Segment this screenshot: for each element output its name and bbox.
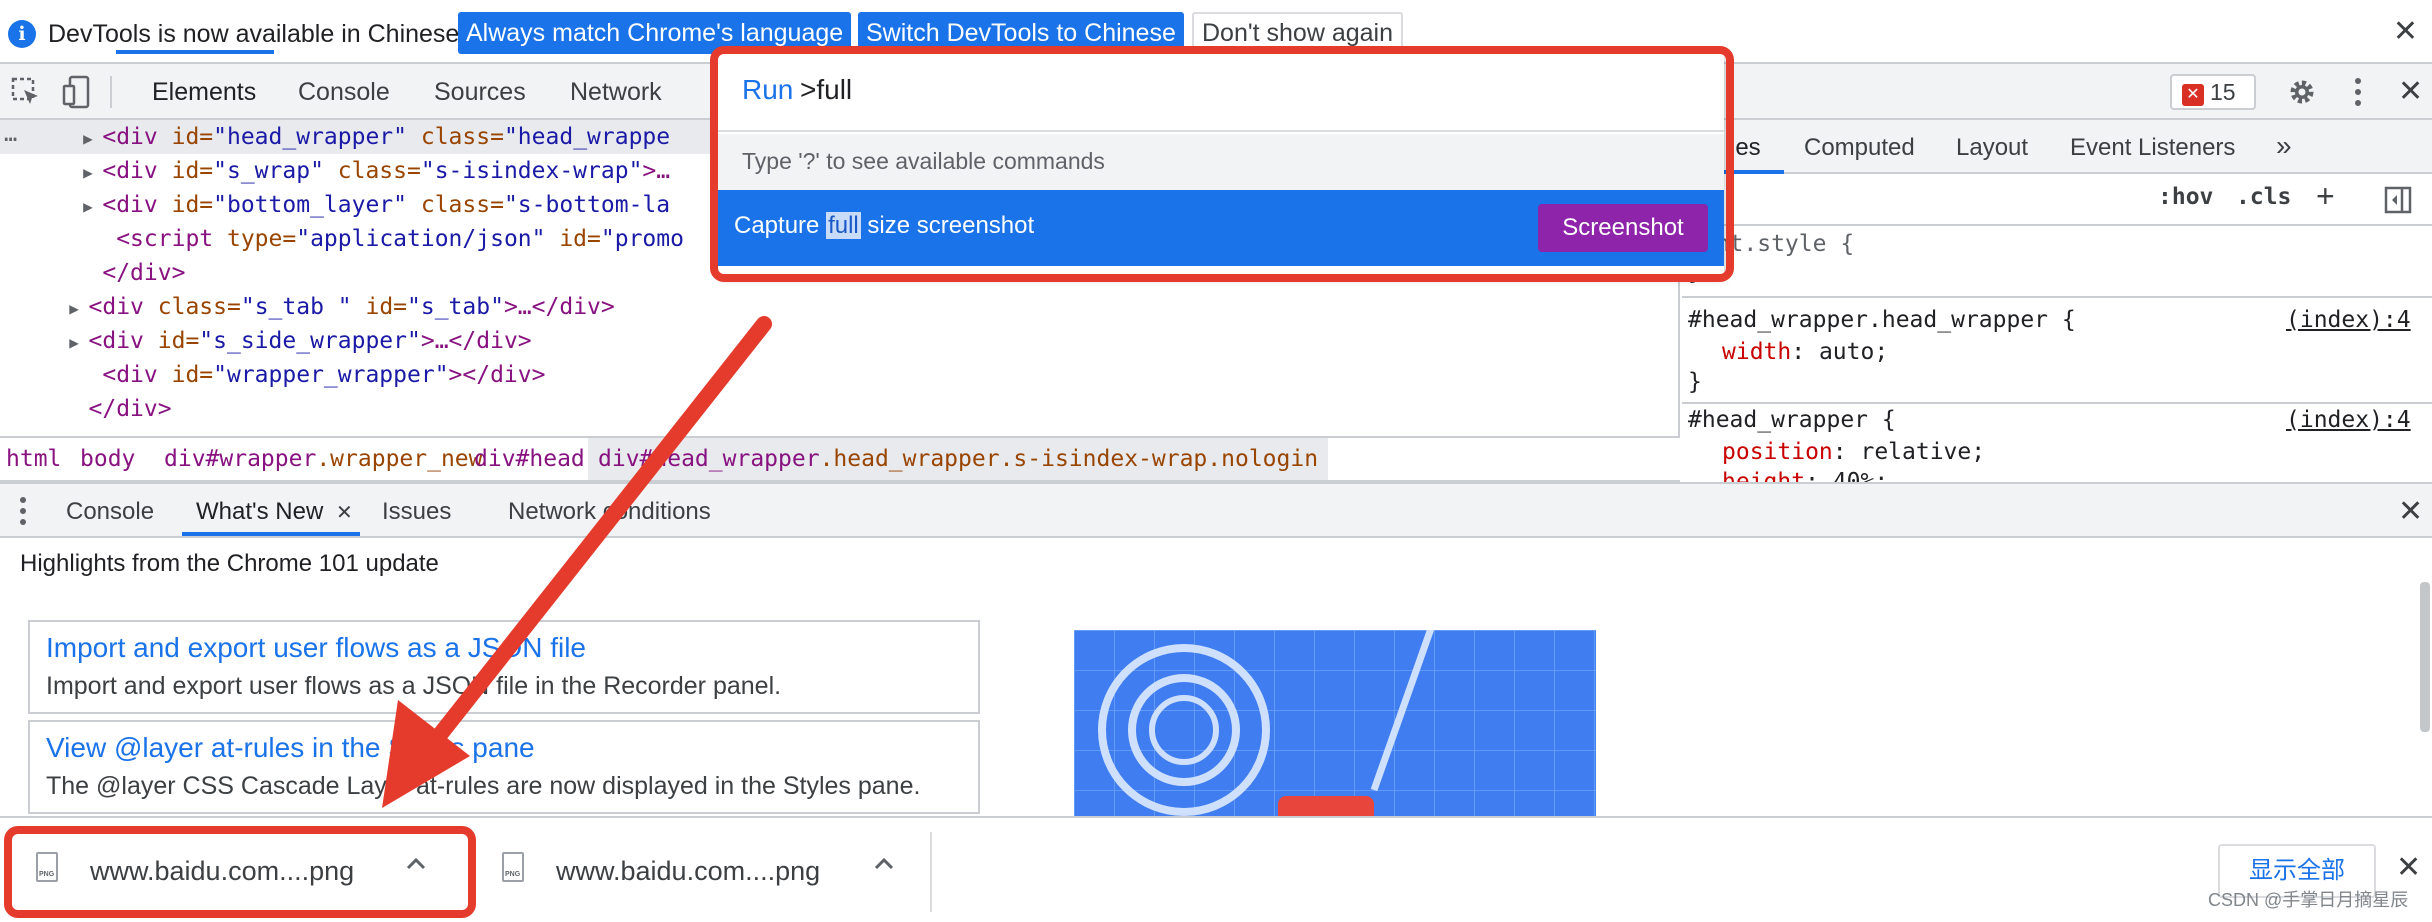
annotation-arrow — [382, 316, 772, 808]
